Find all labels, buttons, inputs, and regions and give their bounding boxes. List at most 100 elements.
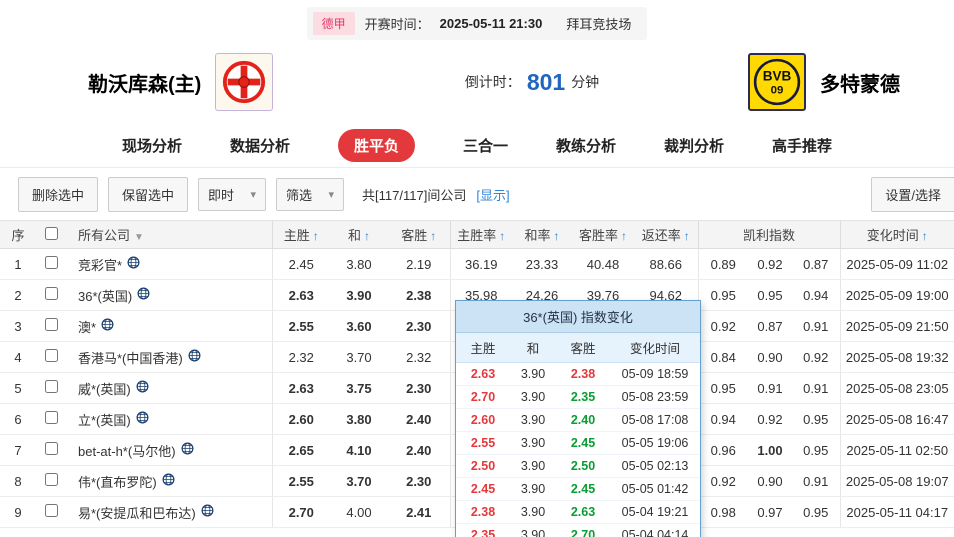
col-header-return-rate[interactable]: 返还率 ↑: [634, 220, 698, 249]
col-header-away-rate[interactable]: 客胜率 ↑: [572, 220, 634, 249]
match-info-strip: 德甲 开赛时间： 2025-05-11 21:30 拜耳竞技场: [306, 6, 648, 40]
kelly-value: 0.87: [748, 310, 792, 342]
tab-three-in-one[interactable]: 三合一: [463, 135, 508, 156]
row-checkbox-cell: [36, 465, 66, 497]
row-checkbox[interactable]: [44, 318, 58, 331]
toolbar: 删除选中 保留选中 即时 ▾ 筛选 ▾ 共[117/117]间公司 [显示] 设…: [0, 168, 954, 220]
col-header-change-time[interactable]: 变化时间 ↑: [839, 220, 954, 249]
home-team-logo: [215, 53, 274, 111]
sort-up-icon[interactable]: ↑: [430, 229, 436, 243]
popup-away-odds: 2.40: [570, 413, 596, 427]
keep-selected-button[interactable]: 保留选中: [108, 176, 189, 212]
col-header-kelly: 凯利指数: [697, 220, 840, 249]
change-time: 2025-05-08 16:47: [839, 403, 954, 435]
sort-up-icon[interactable]: ↑: [313, 229, 319, 243]
company-count-text: 共[117/117]间公司: [362, 187, 467, 203]
sort-up-icon[interactable]: ↑: [684, 229, 690, 243]
league-badge[interactable]: 德甲: [312, 11, 355, 35]
row-checkbox[interactable]: [44, 349, 58, 362]
show-companies-link[interactable]: [显示]: [476, 185, 509, 204]
row-checkbox[interactable]: [44, 287, 58, 300]
company-cell: 易*(安提瓜和巴布达): [66, 496, 272, 528]
col-header-draw-rate[interactable]: 和率 ↑: [512, 220, 572, 249]
row-checkbox[interactable]: [44, 380, 58, 393]
company-name[interactable]: 威*(英国): [78, 382, 131, 397]
tab-referee-analysis[interactable]: 裁判分析: [664, 135, 724, 156]
company-name[interactable]: 易*(安提瓜和巴布达): [78, 506, 196, 521]
sort-up-icon[interactable]: ↑: [554, 229, 560, 243]
company-name[interactable]: 立*(英国): [78, 413, 131, 428]
odds-value: 2.41: [388, 496, 450, 528]
popup-draw-odds: 3.90: [520, 505, 546, 519]
home-team-name: 勒沃库森(主): [88, 73, 202, 96]
kelly-value: 0.92: [697, 465, 748, 497]
company-name[interactable]: 澳*: [78, 320, 96, 335]
col-header-home-odds[interactable]: 主胜 ↑: [271, 220, 330, 249]
row-index: 9: [0, 496, 36, 528]
row-checkbox[interactable]: [44, 473, 58, 486]
company-name[interactable]: bet-at-h*(马尔他): [78, 444, 176, 459]
col-header-home-rate-label: 主胜率: [457, 228, 497, 243]
row-checkbox[interactable]: [44, 411, 58, 424]
company-name[interactable]: 36*(英国): [78, 289, 132, 304]
col-header-home-rate[interactable]: 主胜率 ↑: [449, 220, 512, 249]
tab-data-analysis[interactable]: 数据分析: [230, 135, 290, 156]
tab-live-analysis[interactable]: 现场分析: [122, 135, 182, 156]
globe-icon: [101, 318, 114, 331]
row-checkbox[interactable]: [44, 256, 58, 269]
col-header-company[interactable]: 所有公司 ▼: [66, 220, 272, 249]
row-checkbox[interactable]: [44, 442, 58, 455]
filter-dropdown-label: 筛选: [286, 187, 313, 203]
select-all-checkbox[interactable]: [44, 226, 58, 240]
kelly-value: 0.98: [697, 496, 748, 528]
col-header-away-odds[interactable]: 客胜 ↑: [388, 220, 450, 249]
delete-selected-button[interactable]: 删除选中: [18, 176, 99, 212]
kelly-value: 0.95: [792, 434, 840, 466]
row-checkbox[interactable]: [44, 504, 58, 517]
kelly-value: 0.95: [748, 279, 792, 311]
odds-value: 3.70: [330, 465, 388, 497]
row-index: 2: [0, 279, 36, 311]
col-header-draw-odds[interactable]: 和 ↑: [330, 220, 388, 249]
sort-up-icon[interactable]: ↑: [621, 229, 627, 243]
instant-odds-dropdown[interactable]: 即时 ▾: [198, 177, 267, 211]
sort-up-icon[interactable]: ↑: [499, 229, 505, 243]
settings-select-button[interactable]: 设置/选择: [871, 176, 954, 212]
odds-value: 2.65: [271, 434, 330, 466]
kelly-value: 0.92: [748, 248, 792, 280]
row-index: 1: [0, 248, 36, 280]
tab-expert-picks[interactable]: 高手推荐: [772, 135, 832, 156]
company-name[interactable]: 伟*(直布罗陀): [78, 475, 157, 490]
sort-up-icon[interactable]: ↑: [922, 229, 928, 243]
odds-value: 3.75: [330, 372, 388, 404]
tab-coach-analysis[interactable]: 教练分析: [556, 135, 616, 156]
popup-away-odds: 2.70: [570, 528, 596, 537]
row-checkbox-cell: [36, 434, 66, 466]
col-header-draw-rate-label: 和率: [524, 228, 551, 243]
rate-value: 36.19: [449, 248, 512, 280]
filter-dropdown[interactable]: 筛选 ▾: [276, 177, 345, 211]
chevron-down-icon[interactable]: ▼: [134, 232, 144, 243]
popup-home-odds: 2.50: [470, 459, 496, 473]
odds-value: 4.10: [330, 434, 388, 466]
odds-value: 2.55: [271, 310, 330, 342]
popup-home-odds: 2.70: [470, 390, 496, 404]
kelly-value: 0.95: [697, 279, 748, 311]
match-header: 勒沃库森(主) 倒计时： 801 分钟 BVB 09 多特蒙德: [0, 40, 954, 124]
globe-icon: [136, 411, 149, 424]
kelly-value: 0.92: [697, 310, 748, 342]
popup-change-time: 05-08 17:08: [621, 413, 689, 427]
col-header-company-label: 所有公司: [78, 228, 131, 243]
instant-odds-dropdown-label: 即时: [208, 187, 235, 203]
odds-value: 2.63: [271, 372, 330, 404]
company-name[interactable]: 香港马*(中国香港): [78, 351, 183, 366]
tab-win-draw-loss[interactable]: 胜平负: [337, 129, 415, 162]
sort-up-icon[interactable]: ↑: [364, 229, 370, 243]
change-time: 2025-05-08 23:05: [839, 372, 954, 404]
company-name[interactable]: 竞彩官*: [78, 258, 122, 273]
kelly-value: 0.92: [792, 341, 840, 373]
row-checkbox-cell: [36, 403, 66, 435]
odds-value: 2.19: [388, 248, 450, 280]
popup-draw-odds: 3.90: [520, 390, 546, 404]
odds-value: 3.60: [330, 310, 388, 342]
